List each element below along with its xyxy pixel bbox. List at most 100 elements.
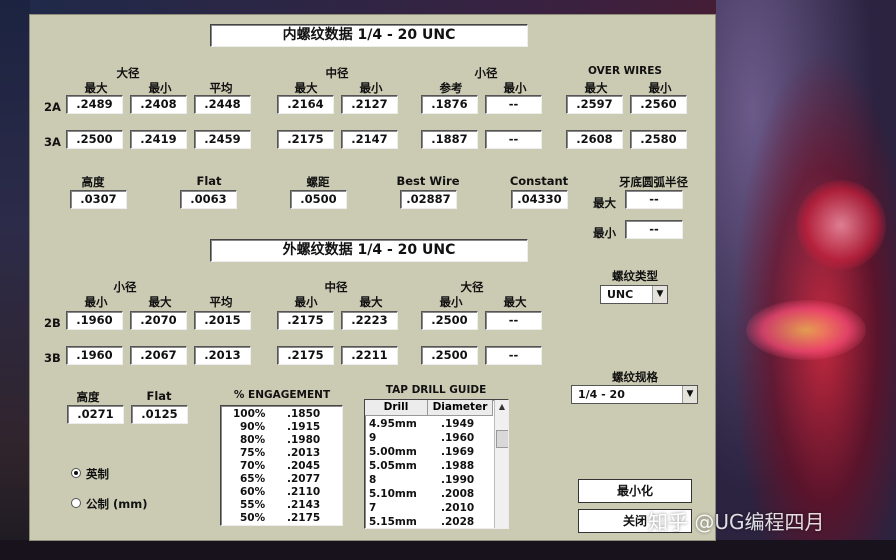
- external-3b-minor-min[interactable]: .1960: [66, 346, 123, 365]
- list-item[interactable]: 50% .2175: [221, 512, 342, 525]
- pitch-value[interactable]: .0500: [290, 190, 347, 209]
- internal-2a-major-avg[interactable]: .2448: [194, 95, 251, 114]
- table-row[interactable]: 7.2010: [365, 501, 492, 515]
- diameter-column-header[interactable]: Diameter: [428, 400, 493, 416]
- internal-2a-ow-max[interactable]: .2597: [566, 95, 623, 114]
- internal-3a-ow-min[interactable]: .2580: [630, 130, 687, 149]
- table-row[interactable]: 5.00mm .1969: [365, 445, 492, 459]
- drill-column-header[interactable]: Drill: [365, 400, 428, 416]
- external-flat-value[interactable]: .0125: [131, 405, 188, 424]
- external-thread-title: 外螺纹数据 1/4 - 20 UNC: [210, 239, 528, 262]
- external-2b-pitch-min[interactable]: .2175: [277, 311, 334, 330]
- tap-drill-guide-label: TAP DRILL GUIDE: [385, 384, 487, 396]
- external-2b-major-min[interactable]: .2500: [421, 311, 478, 330]
- metric-radio[interactable]: [71, 498, 81, 508]
- external-3b-pitch-max[interactable]: .2211: [341, 346, 398, 365]
- scroll-up-icon[interactable]: ▲: [495, 400, 508, 413]
- internal-2a-ow-min[interactable]: .2560: [630, 95, 687, 114]
- internal-3a-pitch-max[interactable]: .2175: [277, 130, 334, 149]
- thread-type-select[interactable]: UNC ▼: [600, 285, 668, 304]
- thread-data-window: 内螺纹数据 1/4 - 20 UNC 大径 中径 小径 OVER WIRES 最…: [29, 14, 716, 541]
- external-2b-major-max[interactable]: --: [485, 311, 542, 330]
- col-avg-label: 平均: [209, 81, 233, 95]
- external-2b-minor-max[interactable]: .2070: [130, 311, 187, 330]
- table-row[interactable]: 5.10mm .2008: [365, 487, 492, 501]
- internal-2a-major-max[interactable]: .2489: [66, 95, 123, 114]
- internal-3a-major-max[interactable]: .2500: [66, 130, 123, 149]
- desktop-background-right: [716, 0, 896, 560]
- thread-type-value: UNC: [607, 288, 634, 301]
- pitch-diameter-label: 中径: [325, 66, 349, 80]
- internal-2a-major-min[interactable]: .2408: [130, 95, 187, 114]
- external-3b-major-min[interactable]: .2500: [421, 346, 478, 365]
- col-max-label: 最大: [84, 81, 108, 95]
- external-2b-pitch-max[interactable]: .2223: [341, 311, 398, 330]
- list-item[interactable]: 90% .1915: [221, 421, 342, 434]
- table-row[interactable]: 9.1960: [365, 431, 492, 445]
- background-glow: [746, 300, 866, 360]
- imperial-label[interactable]: 英制: [86, 466, 109, 482]
- col-min-label: 最小: [84, 295, 108, 309]
- tap-drill-list[interactable]: Drill Diameter 4.95mm .1949 9.1960 5.00mm…: [364, 399, 509, 529]
- internal-flat-value[interactable]: .0063: [180, 190, 237, 209]
- col-min-label: 最小: [148, 81, 172, 95]
- table-row[interactable]: 8.1990: [365, 473, 492, 487]
- best-wire-value[interactable]: .02887: [400, 190, 457, 209]
- imperial-radio[interactable]: [71, 468, 81, 478]
- internal-height-value[interactable]: .0307: [70, 190, 127, 209]
- table-row[interactable]: 5.05mm .1988: [365, 459, 492, 473]
- list-item[interactable]: 70% .2045: [221, 460, 342, 473]
- class-2a-label: 2A: [44, 100, 61, 114]
- internal-3a-ow-max[interactable]: .2608: [566, 130, 623, 149]
- root-radius-min-value[interactable]: --: [625, 220, 683, 239]
- col-max-label: 最大: [503, 295, 527, 309]
- pitch-diameter-label: 中径: [324, 280, 348, 294]
- thread-spec-label: 螺纹规格: [612, 370, 658, 384]
- internal-height-label: 高度: [81, 175, 105, 189]
- table-row[interactable]: 4.95mm .1949: [365, 417, 492, 431]
- internal-2a-minor-min[interactable]: --: [485, 95, 542, 114]
- internal-thread-title: 内螺纹数据 1/4 - 20 UNC: [210, 24, 528, 47]
- engagement-label: % ENGAGEMENT: [233, 389, 331, 401]
- major-diameter-label: 大径: [460, 280, 484, 294]
- engagement-list[interactable]: 100% .1850 90% .1915 80% .1980 75% .2013 70%…: [220, 405, 343, 526]
- desktop-background-left: [0, 0, 30, 560]
- list-item[interactable]: 65% .2077: [221, 473, 342, 486]
- internal-3a-minor-min[interactable]: --: [485, 130, 542, 149]
- col-min-label: 最小: [359, 81, 383, 95]
- internal-2a-pitch-min[interactable]: .2127: [341, 95, 398, 114]
- external-3b-minor-max[interactable]: .2067: [130, 346, 187, 365]
- list-item[interactable]: 100% .1850: [221, 408, 342, 421]
- scroll-thumb[interactable]: [496, 430, 508, 448]
- chevron-down-icon[interactable]: ▼: [652, 286, 667, 303]
- list-item[interactable]: 55% .2143: [221, 499, 342, 512]
- list-item[interactable]: 80% .1980: [221, 434, 342, 447]
- internal-3a-major-avg[interactable]: .2459: [194, 130, 251, 149]
- internal-3a-major-min[interactable]: .2419: [130, 130, 187, 149]
- external-height-label: 高度: [76, 390, 100, 404]
- tap-drill-scrollbar[interactable]: ▲: [494, 400, 508, 528]
- constant-value[interactable]: .04330: [511, 190, 568, 209]
- table-row[interactable]: 5.15mm .2028: [365, 515, 492, 528]
- external-2b-minor-avg[interactable]: .2015: [194, 311, 251, 330]
- internal-3a-minor-ref[interactable]: .1887: [421, 130, 478, 149]
- col-min-label: 最小: [648, 81, 672, 95]
- external-3b-pitch-min[interactable]: .2175: [277, 346, 334, 365]
- internal-2a-minor-ref[interactable]: .1876: [421, 95, 478, 114]
- internal-3a-pitch-min[interactable]: .2147: [341, 130, 398, 149]
- col-max-label: 最大: [359, 295, 383, 309]
- external-height-value[interactable]: .0271: [67, 405, 124, 424]
- external-3b-major-max[interactable]: --: [485, 346, 542, 365]
- list-item[interactable]: 75% .2013: [221, 447, 342, 460]
- external-2b-minor-min[interactable]: .1960: [66, 311, 123, 330]
- metric-label[interactable]: 公制 (mm): [86, 496, 147, 512]
- list-item[interactable]: 60% .2110: [221, 486, 342, 499]
- chevron-down-icon[interactable]: ▼: [682, 386, 697, 403]
- root-radius-max-value[interactable]: --: [625, 190, 683, 209]
- major-diameter-label: 大径: [116, 66, 140, 80]
- minimize-button[interactable]: 最小化: [578, 479, 692, 503]
- minor-diameter-label: 小径: [113, 280, 137, 294]
- internal-2a-pitch-max[interactable]: .2164: [277, 95, 334, 114]
- external-3b-minor-avg[interactable]: .2013: [194, 346, 251, 365]
- thread-spec-select[interactable]: 1/4 - 20 ▼: [571, 385, 698, 404]
